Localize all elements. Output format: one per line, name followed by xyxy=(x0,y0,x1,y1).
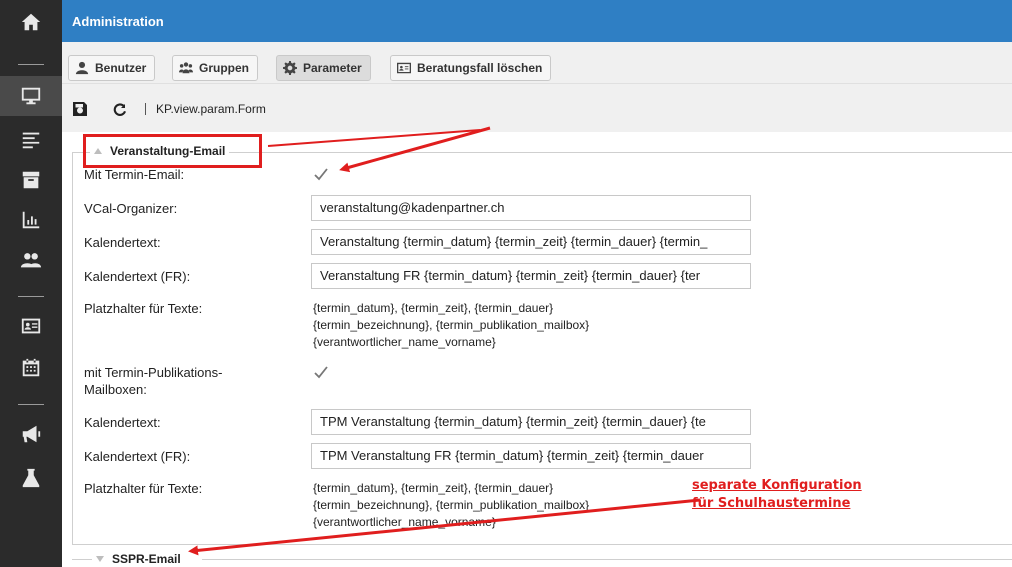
megaphone-icon[interactable] xyxy=(0,414,62,454)
checkmark-icon xyxy=(314,168,328,181)
platzhalter-line: {termin_bezeichnung}, {termin_publikatio… xyxy=(313,498,590,512)
monitor-icon[interactable] xyxy=(0,76,62,116)
toolbar: Benutzer Gruppen Parameter Beratungsfall… xyxy=(62,42,1012,84)
user-icon xyxy=(75,61,89,75)
tpm-kalendertext-input[interactable]: TPM Veranstaltung {termin_datum} {termin… xyxy=(311,409,751,435)
label-line: mit Termin-Publikations- xyxy=(84,365,223,380)
button-label: Gruppen xyxy=(199,61,249,75)
parameter-button[interactable]: Parameter xyxy=(276,55,371,81)
vcal-organizer-input[interactable]: veranstaltung@kadenpartner.ch xyxy=(311,195,751,221)
vcal-organizer-label: VCal-Organizer: xyxy=(84,201,178,216)
tpm-kalendertext-fr-input[interactable]: TPM Veranstaltung FR {termin_datum} {ter… xyxy=(311,443,751,469)
button-label: Benutzer xyxy=(95,61,147,75)
gruppen-button[interactable]: Gruppen xyxy=(172,55,258,81)
button-label: Parameter xyxy=(303,61,362,75)
users-icon[interactable] xyxy=(0,240,62,280)
id-card-icon[interactable] xyxy=(0,306,62,346)
kalendertext-label: Kalendertext: xyxy=(84,235,161,250)
tpm-kalendertext-fr-label: Kalendertext (FR): xyxy=(84,449,191,464)
list-icon[interactable] xyxy=(0,120,62,160)
home-icon[interactable] xyxy=(0,2,62,42)
label-line: Mailboxen: xyxy=(84,382,147,397)
flask-icon[interactable] xyxy=(0,458,62,498)
platzhalter2-text: {termin_datum}, {termin_zeit}, {termin_d… xyxy=(313,480,589,531)
checkmark-icon xyxy=(314,366,328,379)
kalendertext-input[interactable]: Veranstaltung {termin_datum} {termin_zei… xyxy=(311,229,751,255)
platzhalter-line: {verantwortlicher_name_vorname} xyxy=(313,335,496,349)
expand-triangle-icon xyxy=(96,556,104,562)
beratungsfall-loeschen-button[interactable]: Beratungsfall löschen xyxy=(390,55,552,81)
bar-chart-icon[interactable] xyxy=(0,200,62,240)
platzhalter-label: Platzhalter für Texte: xyxy=(84,301,203,316)
fieldset-border xyxy=(202,559,1012,560)
view-path: KP.view.param.Form xyxy=(156,102,266,116)
page-title: Administration xyxy=(62,0,1012,42)
legend-label: SSPR-Email xyxy=(112,552,181,566)
gear-icon xyxy=(283,61,297,75)
sidebar-separator xyxy=(18,296,44,297)
mit-publikations-label: mit Termin-Publikations- Mailboxen: xyxy=(84,364,222,398)
benutzer-button[interactable]: Benutzer xyxy=(68,55,156,81)
tpm-kalendertext-label: Kalendertext: xyxy=(84,415,161,430)
sspr-email-section: SSPR-Email xyxy=(62,552,1012,567)
mit-termin-email-checkbox[interactable] xyxy=(313,166,329,182)
sidebar-separator xyxy=(18,64,44,65)
calendar-icon[interactable] xyxy=(0,348,62,388)
fieldset-border xyxy=(72,559,92,560)
platzhalter-line: {termin_datum}, {termin_zeit}, {termin_d… xyxy=(313,301,554,315)
form-toolbar: KP.view.param.Form xyxy=(62,84,1012,132)
platzhalter-text: {termin_datum}, {termin_zeit}, {termin_d… xyxy=(313,300,589,351)
annotation-line: separate Konfiguration xyxy=(692,478,862,493)
platzhalter-line: {termin_bezeichnung}, {termin_publikatio… xyxy=(313,318,590,332)
sidebar xyxy=(0,0,62,567)
platzhalter2-label: Platzhalter für Texte: xyxy=(84,481,203,496)
kalendertext-fr-label: Kalendertext (FR): xyxy=(84,269,191,284)
group-icon xyxy=(179,62,193,74)
kalendertext-fr-input[interactable]: Veranstaltung FR {termin_datum} {termin_… xyxy=(311,263,751,289)
annotation-line: für Schulhaustermine xyxy=(692,496,851,511)
mit-termin-email-label: Mit Termin-Email: xyxy=(84,167,185,182)
toolbar-separator xyxy=(145,103,146,115)
sidebar-separator xyxy=(18,404,44,405)
annotation-highlight-box xyxy=(83,134,262,168)
platzhalter-line: {verantwortlicher_name_vorname} xyxy=(313,515,496,529)
button-label: Beratungsfall löschen xyxy=(417,61,543,75)
platzhalter-line: {termin_datum}, {termin_zeit}, {termin_d… xyxy=(313,481,554,495)
annotation-text: separate Konfiguration für Schulhausterm… xyxy=(692,477,862,513)
id-card-icon xyxy=(397,62,411,74)
sspr-email-legend[interactable]: SSPR-Email xyxy=(96,552,181,566)
mit-publikations-checkbox[interactable] xyxy=(313,364,329,380)
archive-icon[interactable] xyxy=(0,160,62,200)
save-icon[interactable] xyxy=(69,98,91,120)
refresh-icon[interactable] xyxy=(109,98,131,120)
